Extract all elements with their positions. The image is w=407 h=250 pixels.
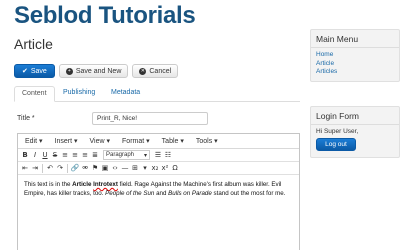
undo-icon[interactable]: ↶: [45, 163, 55, 173]
menu-link-articles[interactable]: Articles: [316, 68, 394, 77]
main-menu-module: Main Menu Home Article Articles: [310, 29, 400, 82]
chevron-down-icon: ▾: [143, 152, 147, 159]
save-and-new-label: Save and New: [75, 67, 122, 75]
editor-menubar: Edit ▾ Insert ▾ View ▾ Format ▾ Table ▾ …: [18, 134, 299, 149]
numbered-list-icon[interactable]: ☷: [163, 150, 173, 160]
superscript-icon[interactable]: x²: [160, 163, 170, 173]
image-icon[interactable]: ▣: [100, 163, 110, 173]
login-greeting: Hi Super User,: [316, 128, 359, 135]
code-icon[interactable]: ‹›: [110, 163, 120, 173]
strikethrough-icon[interactable]: S: [50, 150, 60, 160]
login-module: Login Form Hi Super User, Log out: [310, 106, 400, 158]
menu-insert[interactable]: Insert ▾: [51, 137, 86, 145]
outdent-icon[interactable]: ⇥: [30, 163, 40, 173]
menu-link-article[interactable]: Article: [316, 60, 394, 69]
main-menu-title: Main Menu: [311, 30, 399, 48]
action-toolbar: ✔ Save + Save and New ✕ Cancel: [14, 64, 179, 78]
title-label: Title *: [17, 115, 35, 122]
cancel-button[interactable]: ✕ Cancel: [132, 64, 179, 78]
align-center-icon[interactable]: ≡: [70, 150, 80, 160]
menu-link-home[interactable]: Home: [316, 51, 394, 60]
check-icon: ✔: [22, 68, 28, 75]
bullet-list-icon[interactable]: ☰: [153, 150, 163, 160]
tab-publishing[interactable]: Publishing: [56, 86, 102, 102]
plus-icon: +: [65, 67, 73, 75]
tab-content[interactable]: Content: [14, 86, 55, 102]
save-button-label: Save: [30, 67, 47, 75]
link-icon[interactable]: 🔗: [70, 163, 80, 173]
menu-table[interactable]: Table ▾: [158, 137, 192, 145]
indent-icon[interactable]: ⇤: [20, 163, 30, 173]
tab-bar: Content Publishing Metadata: [14, 84, 300, 102]
format-select[interactable]: Paragraph ▾: [103, 150, 150, 160]
align-right-icon[interactable]: ≡: [80, 150, 90, 160]
special-character-icon[interactable]: Ω: [170, 163, 180, 173]
save-button[interactable]: ✔ Save: [14, 64, 55, 78]
unlink-icon[interactable]: ⚮: [80, 163, 90, 173]
tab-metadata[interactable]: Metadata: [104, 86, 147, 102]
redo-icon[interactable]: ↷: [55, 163, 65, 173]
table-icon[interactable]: ⊞: [130, 163, 140, 173]
subscript-icon[interactable]: x₂: [150, 163, 160, 173]
menu-view[interactable]: View ▾: [86, 137, 119, 145]
cancel-label: Cancel: [149, 67, 172, 75]
editor-toolbar-row-1: B I U S ≡ ≡ ≡ ≣ Paragraph ▾ ☰ ☷: [18, 149, 299, 162]
toolbar-divider: [67, 163, 68, 173]
title-input[interactable]: [92, 112, 208, 125]
title-field-row: Title *: [17, 112, 208, 125]
horizontal-rule-icon[interactable]: —: [120, 163, 130, 173]
save-and-new-button[interactable]: + Save and New: [58, 64, 129, 78]
logout-button[interactable]: Log out: [316, 138, 356, 151]
anchor-icon[interactable]: ⚑: [90, 163, 100, 173]
close-icon: ✕: [139, 67, 147, 75]
chevron-down-icon[interactable]: ▾: [140, 163, 150, 173]
rich-text-editor: Edit ▾ Insert ▾ View ▾ Format ▾ Table ▾ …: [17, 133, 300, 250]
toolbar-divider: [42, 163, 43, 173]
menu-tools[interactable]: Tools ▾: [192, 137, 226, 145]
main-menu-list: Home Article Articles: [311, 48, 399, 81]
align-justify-icon[interactable]: ≣: [90, 150, 100, 160]
page-title: Article: [14, 36, 53, 52]
bold-icon[interactable]: B: [20, 150, 30, 160]
underline-icon[interactable]: U: [40, 150, 50, 160]
editor-toolbar-row-2: ⇤ ⇥ ↶ ↷ 🔗 ⚮ ⚑ ▣ ‹› — ⊞ ▾ x₂ x² Ω: [18, 162, 299, 175]
login-title: Login Form: [311, 107, 399, 125]
menu-format[interactable]: Format ▾: [118, 137, 158, 145]
italic-icon[interactable]: I: [30, 150, 40, 160]
align-left-icon[interactable]: ≡: [60, 150, 70, 160]
editor-content[interactable]: This text is in the Article Introtext fi…: [18, 175, 299, 203]
menu-edit[interactable]: Edit ▾: [21, 137, 51, 145]
site-title: Seblod Tutorials: [14, 2, 196, 29]
